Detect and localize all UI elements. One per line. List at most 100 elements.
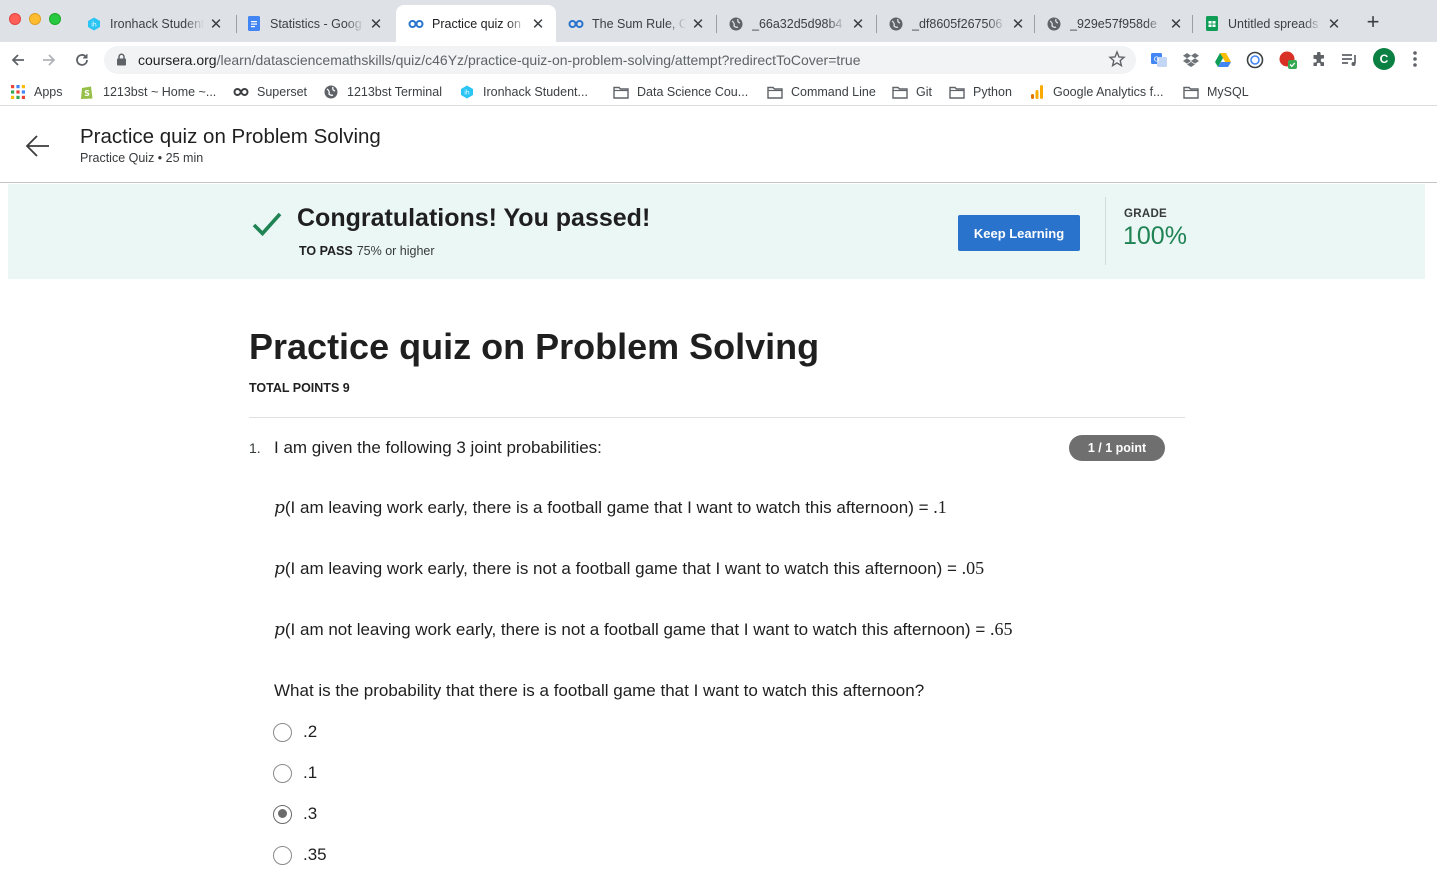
points-badge: 1 / 1 point: [1069, 435, 1165, 461]
bookmark-folder[interactable]: MySQL: [1183, 83, 1249, 101]
browser-tab[interactable]: _929e57f958de ✕: [1034, 5, 1194, 42]
folder-icon: [1183, 84, 1199, 100]
bookmark-folder[interactable]: Data Science Cou...: [613, 83, 748, 101]
checkmark-icon: [251, 208, 283, 240]
page-subtitle: Practice Quiz • 25 min: [80, 151, 204, 165]
browser-tab[interactable]: _df8605f267506 ✕: [876, 5, 1036, 42]
bookmark-item[interactable]: ih Ironhack Student...: [459, 83, 588, 101]
folder-icon: [613, 84, 629, 100]
superset-icon: [233, 84, 249, 100]
globe-icon: [888, 16, 904, 32]
back-arrow-icon[interactable]: [24, 132, 52, 160]
question-text: I am given the following 3 joint probabi…: [274, 438, 602, 457]
close-tab-icon[interactable]: ✕: [368, 15, 384, 33]
bookmark-item[interactable]: Google Analytics f...: [1029, 83, 1163, 101]
answer-option-selected[interactable]: .3: [273, 804, 317, 824]
maximize-window-button[interactable]: [49, 13, 61, 25]
quiz-header: Practice quiz on Problem Solving Practic…: [0, 106, 1437, 183]
pass-requirement: TO PASS 75% or higher: [299, 244, 435, 258]
close-tab-icon[interactable]: ✕: [1168, 15, 1184, 33]
folder-icon: [892, 84, 908, 100]
ironhack-icon: ih: [459, 84, 475, 100]
ironhack-icon: ih: [86, 16, 102, 32]
translate-extension-icon[interactable]: G: [1149, 50, 1169, 70]
browser-toolbar: coursera.org/learn/datasciencemathskills…: [0, 42, 1437, 78]
close-tab-icon[interactable]: ✕: [530, 15, 546, 33]
url-text: coursera.org/learn/datasciencemathskills…: [138, 52, 861, 68]
bookmarks-bar: Apps S 1213bst ~ Home ~... Superset 1213…: [0, 78, 1437, 106]
bookmark-item[interactable]: 1213bst Terminal: [323, 83, 442, 101]
address-bar[interactable]: coursera.org/learn/datasciencemathskills…: [104, 46, 1136, 74]
bookmark-item[interactable]: Superset: [233, 83, 307, 101]
browser-tab[interactable]: _66a32d5d98b4 ✕: [716, 5, 876, 42]
question-number: 1.: [249, 440, 261, 456]
close-tab-icon[interactable]: ✕: [850, 15, 866, 33]
probability-statement: p(I am not leaving work early, there is …: [274, 619, 1013, 640]
answer-option[interactable]: .1: [273, 763, 317, 783]
coursera-icon: [408, 16, 424, 32]
analytics-icon: [1029, 84, 1045, 100]
answer-option[interactable]: .2: [273, 722, 317, 742]
radio-button-selected[interactable]: [273, 804, 292, 824]
browser-tab[interactable]: Untitled spreads ✕: [1192, 5, 1352, 42]
bookmark-folder[interactable]: Command Line: [767, 83, 876, 101]
browser-tab[interactable]: Statistics - Goog ✕: [234, 5, 394, 42]
minimize-window-button[interactable]: [29, 13, 41, 25]
new-tab-button[interactable]: +: [1362, 11, 1384, 34]
bookmark-folder[interactable]: Git: [892, 83, 932, 101]
keep-learning-button[interactable]: Keep Learning: [958, 215, 1080, 251]
total-points: TOTAL POINTS 9: [249, 381, 350, 395]
probability-statement: p(I am leaving work early, there is not …: [274, 558, 985, 579]
back-button[interactable]: [7, 49, 29, 71]
forward-button[interactable]: [38, 49, 60, 71]
arrow-left-icon: [11, 54, 24, 66]
globe-icon: [1046, 16, 1062, 32]
profile-avatar[interactable]: C: [1373, 48, 1395, 70]
divider: [1105, 197, 1106, 265]
browser-menu-icon[interactable]: [1408, 49, 1422, 69]
close-tab-icon[interactable]: ✕: [1326, 15, 1342, 33]
browser-tab-strip: ih Ironhack Student ✕ Statistics - Goog …: [0, 0, 1437, 42]
lock-icon: [116, 53, 127, 71]
bookmark-apps[interactable]: Apps: [10, 83, 63, 101]
reload-button[interactable]: [71, 49, 93, 71]
radio-button[interactable]: [273, 722, 292, 742]
folder-icon: [767, 84, 783, 100]
google-drive-extension-icon[interactable]: [1213, 50, 1233, 70]
media-controls-icon[interactable]: [1340, 50, 1360, 70]
pass-message: Congratulations! You passed!: [297, 204, 651, 232]
close-tab-icon[interactable]: ✕: [690, 15, 706, 33]
radio-button[interactable]: [273, 845, 292, 865]
radio-button[interactable]: [273, 763, 292, 783]
google-sheets-icon: [1204, 16, 1220, 32]
browser-tab[interactable]: ih Ironhack Student ✕: [74, 5, 234, 42]
extension-icon[interactable]: [1245, 50, 1265, 70]
arrow-right-icon: [43, 54, 56, 66]
puzzle-extensions-icon[interactable]: [1309, 50, 1329, 70]
grade-label: GRADE: [1124, 208, 1168, 220]
close-tab-icon[interactable]: ✕: [208, 15, 224, 33]
dropbox-extension-icon[interactable]: [1181, 50, 1201, 70]
folder-icon: [949, 84, 965, 100]
shopify-icon: S: [79, 84, 95, 100]
svg-text:ih: ih: [91, 21, 97, 28]
probability-statement: p(I am leaving work early, there is a fo…: [274, 497, 947, 518]
globe-icon: [728, 16, 744, 32]
extension-badge-icon[interactable]: [1278, 50, 1298, 70]
pass-banner: Congratulations! You passed! TO PASS 75% …: [8, 184, 1425, 279]
coursera-icon: [568, 16, 584, 32]
answer-option[interactable]: .35: [273, 845, 327, 865]
bookmark-item[interactable]: S 1213bst ~ Home ~...: [79, 83, 216, 101]
globe-icon: [323, 84, 339, 100]
close-tab-icon[interactable]: ✕: [1010, 15, 1026, 33]
bookmark-star-icon[interactable]: [1108, 50, 1126, 73]
svg-text:G: G: [1154, 56, 1159, 64]
browser-tab-active[interactable]: Practice quiz on ✕: [396, 5, 556, 42]
reload-icon: [76, 54, 88, 66]
close-window-button[interactable]: [9, 13, 21, 25]
bookmark-folder[interactable]: Python: [949, 83, 1012, 101]
page-title: Practice quiz on Problem Solving: [80, 125, 381, 148]
browser-tab[interactable]: The Sum Rule, C ✕: [556, 5, 716, 42]
divider: [249, 417, 1185, 418]
google-docs-icon: [246, 16, 262, 32]
